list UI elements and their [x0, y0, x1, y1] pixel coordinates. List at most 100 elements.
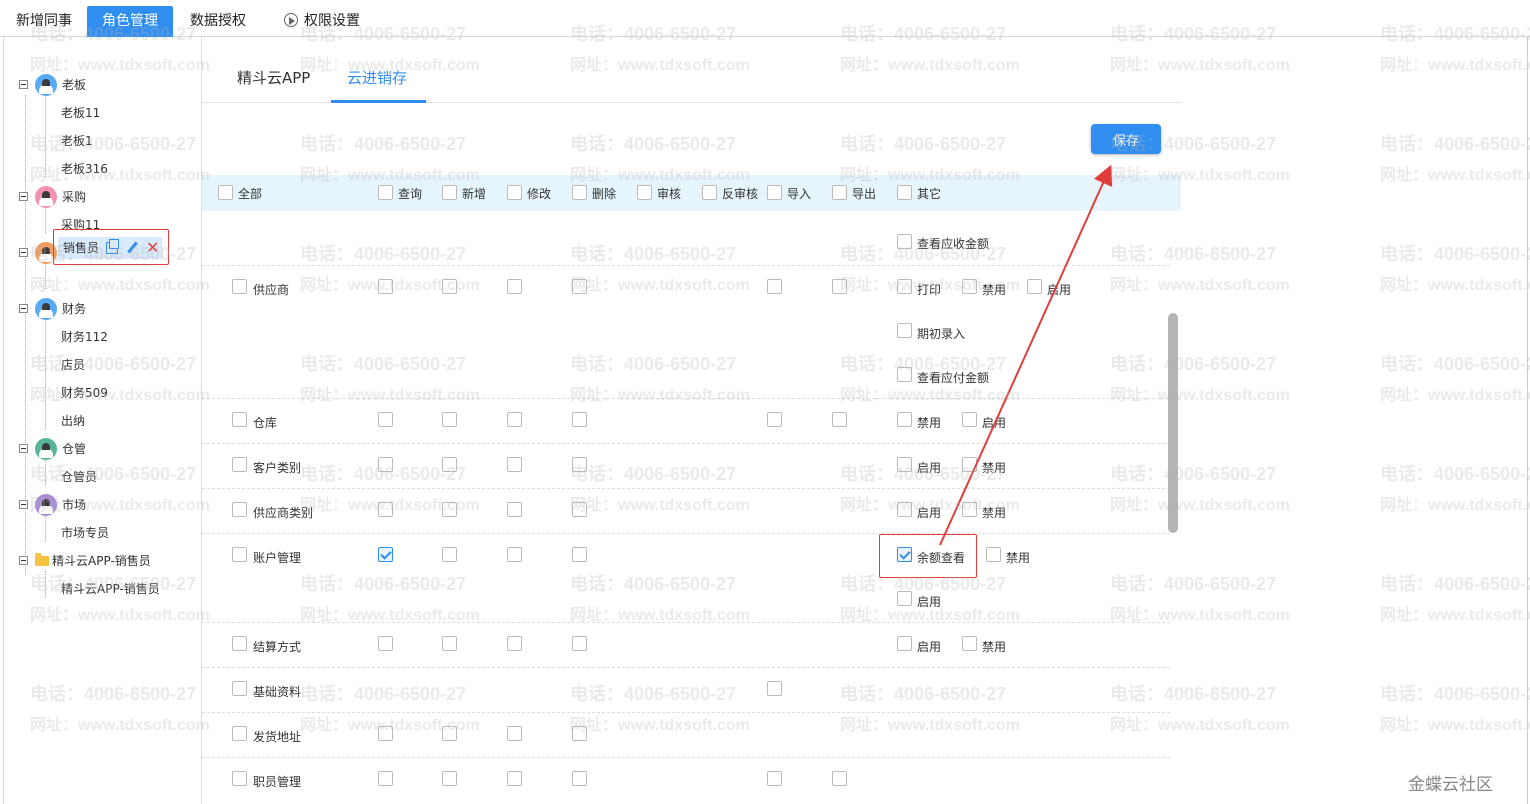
checkbox-warehouse-enable[interactable]: [962, 412, 977, 427]
checkbox-supplier-add[interactable]: [442, 279, 457, 294]
checkbox-supplier-import[interactable]: [767, 279, 782, 294]
vertical-scrollbar[interactable]: [1168, 313, 1178, 533]
tree-item-boss1[interactable]: 老板1: [61, 130, 93, 152]
collapse-icon[interactable]: [19, 192, 28, 201]
checkbox-cc-query[interactable]: [378, 457, 393, 472]
checkbox-cc-delete[interactable]: [572, 457, 587, 472]
collapse-icon[interactable]: [19, 80, 28, 89]
checkbox-customer-category[interactable]: [232, 457, 247, 472]
collapse-icon[interactable]: [19, 248, 28, 257]
checkbox-settlement-enable[interactable]: [897, 636, 912, 651]
collapse-icon[interactable]: [19, 556, 28, 565]
tree-group-boss[interactable]: 老板: [19, 74, 199, 96]
checkbox-staff-delete[interactable]: [572, 771, 587, 786]
checkbox-cc-disable[interactable]: [962, 457, 977, 472]
checkbox-export-all[interactable]: [832, 185, 847, 200]
tree-item-app-sales[interactable]: 精斗云APP-销售员: [61, 578, 160, 600]
checkbox-warehouse-disable[interactable]: [897, 412, 912, 427]
checkbox-account-add[interactable]: [442, 547, 457, 562]
checkbox-warehouse-edit[interactable]: [507, 412, 522, 427]
checkbox-sc-enable[interactable]: [897, 502, 912, 517]
checkbox-warehouse-export[interactable]: [832, 412, 847, 427]
checkbox-sc-add[interactable]: [442, 502, 457, 517]
checkbox-warehouse-delete[interactable]: [572, 412, 587, 427]
checkbox-settlement-edit[interactable]: [507, 636, 522, 651]
checkbox-sa-edit[interactable]: [507, 726, 522, 741]
checkbox-supplier-enable[interactable]: [1027, 279, 1042, 294]
tree-group-market[interactable]: 市场: [19, 494, 199, 516]
tab-permission-settings[interactable]: 权限设置: [278, 6, 366, 37]
tree-item-warehouse-keeper[interactable]: 仓管员: [61, 466, 97, 488]
checkbox-staff-management[interactable]: [232, 771, 247, 786]
checkbox-settlement[interactable]: [232, 636, 247, 651]
edit-icon[interactable]: [126, 242, 138, 254]
checkbox-sa-add[interactable]: [442, 726, 457, 741]
tree-item-clerk[interactable]: 店员: [61, 354, 85, 376]
checkbox-cc-add[interactable]: [442, 457, 457, 472]
tree-item-market-specialist[interactable]: 市场专员: [61, 522, 109, 544]
checkbox-account-delete[interactable]: [572, 547, 587, 562]
collapse-icon[interactable]: [19, 500, 28, 509]
checkbox-delete-all[interactable]: [572, 185, 587, 200]
checkbox-view-receivable[interactable]: [897, 234, 912, 249]
tree-item-boss316[interactable]: 老板316: [61, 158, 108, 180]
tree-item-boss11[interactable]: 老板11: [61, 102, 100, 124]
checkbox-warehouse-add[interactable]: [442, 412, 457, 427]
checkbox-supplier-query[interactable]: [378, 279, 393, 294]
checkbox-sc-query[interactable]: [378, 502, 393, 517]
tab-cloud-erp[interactable]: 云进销存: [347, 67, 407, 88]
copy-icon[interactable]: [106, 239, 119, 254]
checkbox-warehouse[interactable]: [232, 412, 247, 427]
tab-data-authorization[interactable]: 数据授权: [184, 6, 252, 37]
checkbox-view-payable[interactable]: [897, 367, 912, 382]
checkbox-shipping-address[interactable]: [232, 726, 247, 741]
tree-group-warehouse[interactable]: 仓管: [19, 438, 199, 460]
save-button[interactable]: 保存: [1091, 124, 1161, 154]
checkbox-account-management[interactable]: [232, 547, 247, 562]
checkbox-warehouse-import[interactable]: [767, 412, 782, 427]
checkbox-supplier-print[interactable]: [897, 279, 912, 294]
checkbox-add-all[interactable]: [442, 185, 457, 200]
checkbox-account-enable[interactable]: [897, 591, 912, 606]
checkbox-supplier-category[interactable]: [232, 502, 247, 517]
checkbox-settlement-delete[interactable]: [572, 636, 587, 651]
checkbox-settlement-disable[interactable]: [962, 636, 977, 651]
checkbox-sc-disable[interactable]: [962, 502, 977, 517]
checkbox-staff-export[interactable]: [832, 771, 847, 786]
tab-jdy-app[interactable]: 精斗云APP: [237, 67, 310, 88]
tree-group-app-sales[interactable]: 精斗云APP-销售员: [19, 550, 203, 572]
tree-item-salesperson[interactable]: 销售员 ✕: [58, 237, 162, 259]
checkbox-sa-delete[interactable]: [572, 726, 587, 741]
checkbox-query-all[interactable]: [378, 185, 393, 200]
checkbox-warehouse-query[interactable]: [378, 412, 393, 427]
tree-group-finance[interactable]: 财务: [19, 298, 199, 320]
collapse-icon[interactable]: [19, 304, 28, 313]
checkbox-supplier-export[interactable]: [832, 279, 847, 294]
checkbox-account-query[interactable]: [378, 547, 393, 562]
checkbox-supplier-disable[interactable]: [962, 279, 977, 294]
checkbox-other-all[interactable]: [897, 185, 912, 200]
checkbox-basic-data-import[interactable]: [767, 681, 782, 696]
tab-role-management[interactable]: 角色管理: [87, 6, 173, 37]
tree-item-finance112[interactable]: 财务112: [61, 326, 108, 348]
collapse-icon[interactable]: [19, 444, 28, 453]
tree-group-purchase[interactable]: 采购: [19, 186, 199, 208]
checkbox-cc-edit[interactable]: [507, 457, 522, 472]
checkbox-supplier-delete[interactable]: [572, 279, 587, 294]
checkbox-sc-delete[interactable]: [572, 502, 587, 517]
checkbox-all[interactable]: [218, 185, 233, 200]
checkbox-staff-edit[interactable]: [507, 771, 522, 786]
checkbox-settlement-query[interactable]: [378, 636, 393, 651]
checkbox-edit-all[interactable]: [507, 185, 522, 200]
checkbox-staff-query[interactable]: [378, 771, 393, 786]
checkbox-basic-data[interactable]: [232, 681, 247, 696]
checkbox-audit-all[interactable]: [637, 185, 652, 200]
checkbox-settlement-add[interactable]: [442, 636, 457, 651]
checkbox-cc-enable[interactable]: [897, 457, 912, 472]
checkbox-account-disable[interactable]: [986, 547, 1001, 562]
checkbox-supplier-edit[interactable]: [507, 279, 522, 294]
checkbox-import-all[interactable]: [767, 185, 782, 200]
tree-item-cashier[interactable]: 出纳: [61, 410, 85, 432]
checkbox-staff-import[interactable]: [767, 771, 782, 786]
checkbox-sa-query[interactable]: [378, 726, 393, 741]
